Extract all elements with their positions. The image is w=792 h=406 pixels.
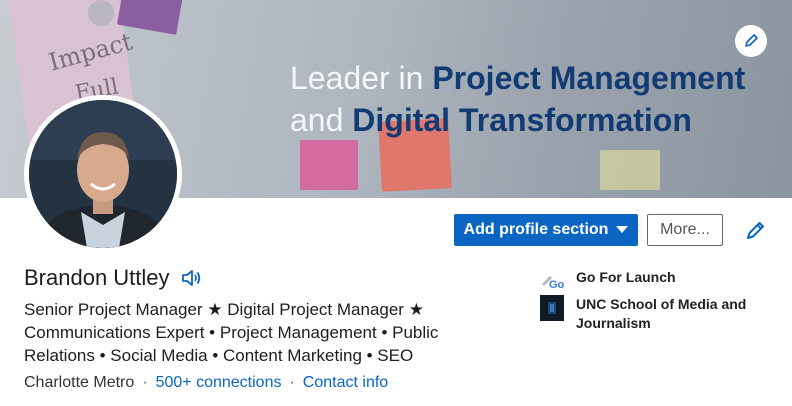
sticky-note-magenta bbox=[300, 140, 358, 190]
more-button-label: More... bbox=[660, 221, 710, 238]
edit-profile-button[interactable] bbox=[742, 218, 768, 244]
banner-line2-dark: Digital Transformation bbox=[352, 102, 692, 138]
banner-line1-dark: Project Management bbox=[432, 60, 746, 96]
banner-tagline-line1: Leader in Project Management bbox=[290, 60, 745, 97]
edit-banner-button[interactable] bbox=[735, 25, 767, 57]
education-item-unc[interactable]: UNC School of Media and Journalism bbox=[540, 295, 766, 333]
name-row: Brandon Uttley bbox=[24, 265, 202, 291]
pencil-icon bbox=[747, 222, 764, 239]
profile-meta: Charlotte Metro · 500+ connections · Con… bbox=[24, 374, 388, 392]
separator-dot: · bbox=[142, 374, 148, 391]
connections-link[interactable]: 500+ connections bbox=[156, 374, 282, 392]
push-pin bbox=[88, 0, 114, 26]
experience-item-go-for-launch[interactable]: Go Go For Launch bbox=[540, 268, 766, 292]
sticky-note-yellow bbox=[600, 150, 660, 190]
pencil-icon bbox=[745, 34, 758, 47]
experience-name: Go For Launch bbox=[576, 269, 676, 285]
education-name: UNC School of Media and Journalism bbox=[576, 296, 747, 331]
avatar[interactable] bbox=[29, 100, 177, 248]
banner-line2-light: and bbox=[290, 102, 353, 138]
add-profile-section-button[interactable]: Add profile section bbox=[454, 214, 638, 246]
separator-dot: · bbox=[289, 374, 295, 391]
caret-down-icon bbox=[616, 226, 629, 233]
contact-info-link[interactable]: Contact info bbox=[303, 374, 388, 392]
unc-logo bbox=[540, 295, 564, 321]
go-for-launch-logo: Go bbox=[540, 268, 564, 292]
add-profile-section-label: Add profile section bbox=[463, 221, 609, 238]
speaker-icon[interactable] bbox=[180, 268, 202, 288]
svg-text:Go: Go bbox=[549, 279, 564, 291]
banner-line1-light: Leader in bbox=[290, 60, 433, 96]
avatar-photo bbox=[29, 100, 177, 248]
location: Charlotte Metro bbox=[24, 374, 135, 391]
more-button[interactable]: More... bbox=[647, 214, 723, 246]
profile-name: Brandon Uttley bbox=[24, 265, 170, 290]
banner-tagline-line2: and Digital Transformation bbox=[290, 102, 692, 139]
profile-headline: Senior Project Manager ★ Digital Project… bbox=[24, 300, 439, 365]
